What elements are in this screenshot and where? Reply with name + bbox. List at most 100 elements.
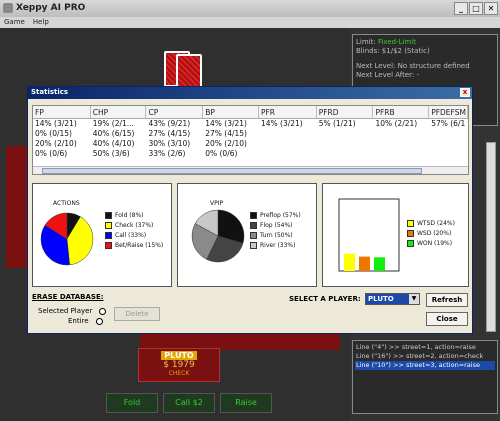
player-dropdown[interactable]: PLUTO ▼ <box>365 293 420 305</box>
table-cell: 5% (1/21) <box>318 119 356 128</box>
legend-label: Turn (50%) <box>260 231 293 239</box>
column-header[interactable]: CP <box>146 106 204 118</box>
table-row[interactable]: 0% (0/6) 50% (3/6) 33% (2/6) 0% (0/6) <box>33 149 468 159</box>
next-level-text: Next Level: No structure defined <box>356 62 470 70</box>
actions-chart-panel: ACTIONS Fold (8%) Check (37%) Call (33%) Be… <box>32 183 172 287</box>
column-header[interactable]: PFRB <box>373 106 430 118</box>
legend-item: Bet/Raise (15%) <box>105 240 163 250</box>
actions-legend: Fold (8%) Check (37%) Call (33%) Bet/Raise … <box>105 210 163 250</box>
legend-swatch <box>105 211 112 219</box>
table-cell <box>317 139 374 149</box>
table-cell: 20% (2/10) <box>35 139 77 148</box>
radio-circle[interactable] <box>99 307 107 315</box>
legend-item: Check (37%) <box>105 220 163 230</box>
table-row[interactable]: 0% (0/15) 40% (6/15) 27% (4/15) 27% (4/15) <box>33 129 468 139</box>
dialog-title: Statistics <box>31 88 69 96</box>
table-cell <box>429 139 468 149</box>
stats-table-body: 14% (3/21) 19% (2/1... 43% (9/21) 14% (3/21… <box>33 119 468 159</box>
legend-swatch <box>407 229 414 237</box>
table-row[interactable]: 20% (2/10) 40% (4/10) 30% (3/10) 20% (2/10) <box>33 139 468 149</box>
table-cell <box>259 149 317 159</box>
window-title: Xeppy AI PRO <box>16 3 86 13</box>
stats-table-header: FP CHP CP BP PFR PFRD PFRB PFDEFSM <box>33 106 468 119</box>
menu-game[interactable]: Game <box>4 17 25 28</box>
scrollbar-thumb[interactable] <box>42 168 422 174</box>
table-cell <box>373 139 429 149</box>
hero-name: PLUTO <box>161 351 197 360</box>
log-line-selected[interactable]: Line ("10") >> street=3, action=raise <box>355 361 495 370</box>
stats-table: FP CHP CP BP PFR PFRD PFRB PFDEFSM 14% (… <box>32 105 469 175</box>
legend-item: Call (33%) <box>105 230 163 240</box>
fold-button[interactable]: Fold <box>106 393 158 413</box>
table-cell: 50% (3/6) <box>92 149 130 158</box>
close-button[interactable]: Close <box>426 312 468 326</box>
hero-status: CHECK <box>168 370 190 377</box>
radio-entire[interactable]: Entire <box>68 317 103 325</box>
log-line[interactable]: Line ("4") >> street=1, action=raise <box>355 343 495 352</box>
table-cell: 43% (9/21) <box>148 119 191 128</box>
legend-swatch <box>250 231 257 239</box>
column-header[interactable]: PFRD <box>317 106 374 118</box>
select-player-label: SELECT A PLAYER: <box>289 295 361 303</box>
menu-help[interactable]: Help <box>33 17 49 28</box>
table-cell: 0% (0/15) <box>35 129 72 138</box>
table-cell: 30% (3/10) <box>148 139 191 148</box>
erase-database-label: ERASE DATABASE: <box>32 293 104 301</box>
delete-button[interactable]: Delete <box>114 307 160 321</box>
legend-label: Bet/Raise (15%) <box>115 241 164 249</box>
table-cell: 57% (6/1 <box>431 119 466 128</box>
column-header[interactable]: PFDEFSM <box>429 106 468 118</box>
dialog-close-icon[interactable]: x <box>460 88 470 97</box>
radio-selected-player[interactable]: Selected Player <box>38 307 107 315</box>
legend-item: Fold (8%) <box>105 210 163 220</box>
table-cell: 20% (2/10) <box>205 139 247 148</box>
table-cell: 0% (0/6) <box>35 149 68 158</box>
column-header[interactable]: PFR <box>259 106 317 118</box>
legend-item: Flop (54%) <box>250 220 301 230</box>
bar <box>374 257 385 271</box>
table-cell: 40% (4/10) <box>92 139 135 148</box>
legend-swatch <box>250 241 257 249</box>
table-cell: 27% (4/15) <box>148 129 191 138</box>
column-header[interactable]: FP <box>33 106 91 118</box>
legend-swatch <box>105 231 112 239</box>
table-cell <box>317 129 374 139</box>
table-row[interactable]: 14% (3/21) 19% (2/1... 43% (9/21) 14% (3/21… <box>33 119 468 129</box>
close-window-button[interactable]: ✕ <box>484 2 498 15</box>
hero-stack: $ 1979 <box>163 360 195 370</box>
action-log: Line ("4") >> street=1, action=raise Lin… <box>352 340 498 414</box>
side-scrollbar[interactable] <box>486 142 496 332</box>
call-button[interactable]: Call $2 <box>163 393 215 413</box>
vpip-chart-panel: VPIP Preflop (57%) Flop (54%) Turn (50%) Ri… <box>177 183 317 287</box>
legend-item: Preflop (57%) <box>250 210 301 220</box>
radio-circle[interactable] <box>95 317 103 325</box>
chevron-down-icon[interactable]: ▼ <box>409 294 419 304</box>
legend-swatch <box>105 221 112 229</box>
legend-item: Turn (50%) <box>250 230 301 240</box>
raise-button[interactable]: Raise <box>220 393 272 413</box>
refresh-button[interactable]: Refresh <box>426 293 468 307</box>
dialog-title-bar: Statistics x <box>28 87 472 99</box>
window-controls: _ □ ✕ <box>454 2 498 15</box>
table-horizontal-scrollbar[interactable] <box>33 166 468 174</box>
column-header[interactable]: BP <box>203 106 259 118</box>
legend-label: WSD (20%) <box>417 229 452 237</box>
legend-label: WTSD (24%) <box>417 219 455 227</box>
limit-label: Limit: <box>356 38 376 46</box>
app-icon <box>3 3 13 13</box>
entire-label: Entire <box>68 317 89 325</box>
limit-value: Fixed-Limit <box>377 38 416 46</box>
legend-label: Preflop (57%) <box>260 211 301 219</box>
maximize-button[interactable]: □ <box>469 2 483 15</box>
table-cell <box>317 149 374 159</box>
legend-label: Flop (54%) <box>260 221 293 229</box>
showdown-chart-panel: WTSD (24%) WSD (20%) WON (19%) <box>322 183 469 287</box>
table-cell <box>259 129 317 139</box>
legend-label: WON (19%) <box>417 239 453 247</box>
column-header[interactable]: CHP <box>91 106 147 118</box>
log-line[interactable]: Line ("16") >> street=2, action=check <box>355 352 495 361</box>
card-back-2 <box>176 54 202 90</box>
minimize-button[interactable]: _ <box>454 2 468 15</box>
bar <box>344 253 355 271</box>
player-dropdown-value: PLUTO <box>368 295 394 303</box>
